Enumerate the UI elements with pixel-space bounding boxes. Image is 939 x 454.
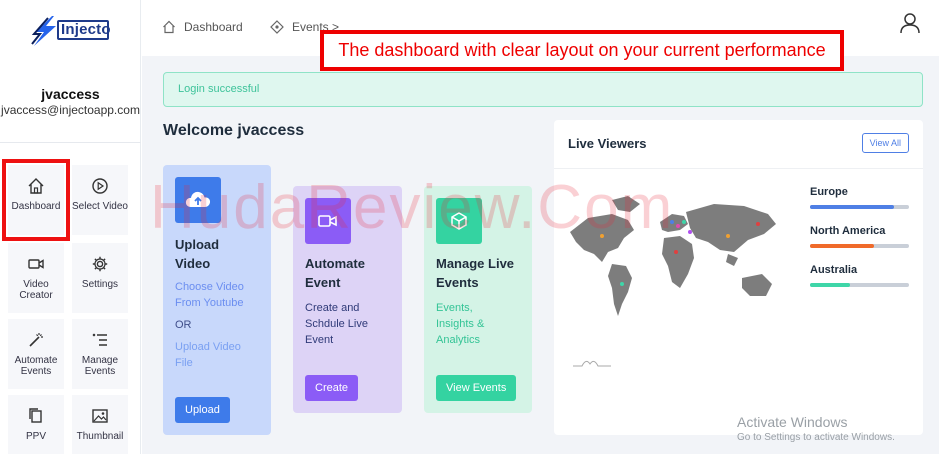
cube-icon (436, 198, 482, 244)
profile-email: jvaccess@injectoapp.com (1, 103, 140, 117)
chart-legend-icon (573, 360, 611, 367)
region-bar-fill (810, 283, 850, 287)
logo-text: Injecto (61, 21, 111, 38)
map-marker (688, 230, 692, 234)
card-title: Automate Event (305, 256, 365, 290)
profile-name: jvaccess (41, 86, 100, 102)
logo-mark-icon (31, 16, 56, 46)
map-marker (674, 250, 678, 254)
live-viewers-title: Live Viewers (568, 136, 647, 151)
sidebar-divider (0, 142, 141, 143)
map-marker (756, 222, 760, 226)
watermark-line: Go to Settings to activate Windows. (737, 432, 895, 443)
create-button[interactable]: Create (305, 375, 359, 401)
map-marker (670, 220, 674, 224)
copy-icon (29, 408, 42, 423)
region-bar (810, 244, 909, 248)
nav-item-automate-events[interactable]: Automate Events (8, 319, 64, 389)
video-camera-icon (28, 259, 44, 269)
region-bar (810, 283, 909, 287)
region-label: North America (810, 225, 886, 237)
nav-item-ppv[interactable]: PPV (8, 395, 64, 454)
nav-label: Automate Events (14, 355, 58, 377)
region-europe: Europe (810, 186, 909, 209)
nav-label: Manage Events (81, 355, 119, 377)
magic-wand-icon (29, 333, 43, 347)
nav-item-manage-events[interactable]: Manage Events (72, 319, 128, 389)
nav-item-thumbnail[interactable]: Thumbnail (72, 395, 128, 454)
breadcrumb-dashboard[interactable]: Dashboard (162, 20, 243, 34)
nav-label: Video Creator (19, 279, 53, 301)
watermark-line: Activate Windows (737, 414, 848, 430)
map-marker (620, 282, 624, 286)
map-marker (676, 224, 680, 228)
nav-label: Select Video (72, 201, 128, 212)
upload-button[interactable]: Upload (175, 397, 230, 423)
choose-youtube-link[interactable]: Choose Video From Youtube (175, 279, 259, 311)
card-title: Manage Live Events (436, 256, 515, 290)
breadcrumb-label: Dashboard (184, 20, 243, 34)
nav-label: Settings (81, 279, 119, 290)
manage-events-card: Manage Live Events Events, Insights & An… (424, 186, 532, 413)
user-profile: jvaccess jvaccess@injectoapp.com (0, 86, 141, 117)
card-description: Create and Schdule Live Event (305, 302, 368, 346)
annotation-banner: The dashboard with clear layout on your … (320, 30, 844, 71)
map-marker (682, 220, 686, 224)
user-icon[interactable] (899, 12, 921, 34)
or-separator: OR (175, 319, 192, 331)
cloud-upload-icon (175, 177, 221, 223)
upload-video-card: Upload Video Choose Video From Youtube O… (163, 165, 271, 435)
nav-label: Dashboard (11, 201, 61, 212)
nav-item-dashboard[interactable]: Dashboard (2, 159, 70, 241)
live-viewers-panel: Live Viewers View All Europe North Ameri… (554, 120, 923, 435)
nav-label: PPV (25, 431, 46, 442)
region-label: Europe (810, 186, 848, 198)
card-title: Upload Video (175, 237, 220, 271)
nav-item-video-creator[interactable]: Video Creator (8, 243, 64, 313)
world-map[interactable] (568, 192, 790, 322)
region-bar-fill (810, 244, 875, 248)
video-camera-icon (305, 198, 351, 244)
region-bar (810, 205, 909, 209)
card-description: Events, Insights & Analytics (436, 302, 485, 346)
play-circle-icon (92, 178, 108, 194)
list-icon (92, 333, 107, 346)
automate-event-card: Automate Event Create and Schdule Live E… (293, 186, 402, 413)
view-all-button[interactable]: View All (861, 133, 909, 153)
nav-item-settings[interactable]: Settings (72, 243, 128, 313)
nav-label: Thumbnail (76, 431, 124, 442)
region-north-america: North America (810, 225, 909, 248)
map-marker (600, 234, 604, 238)
region-label: Australia (810, 264, 858, 276)
login-alert: Login successful (163, 72, 923, 107)
logo[interactable]: Injecto (30, 12, 112, 48)
nav-item-select-video[interactable]: Select Video (72, 165, 128, 235)
gear-icon (92, 256, 108, 272)
welcome-title: Welcome jvaccess (163, 122, 305, 139)
panel-divider (554, 168, 923, 169)
image-icon (92, 409, 108, 423)
map-marker (726, 234, 730, 238)
home-icon (163, 20, 175, 34)
main-content: Login successful Welcome jvaccess Upload… (142, 56, 939, 454)
sidebar: Injecto jvaccess jvaccess@injectoapp.com… (0, 0, 141, 454)
diamond-icon (270, 20, 284, 34)
home-icon (28, 178, 44, 194)
activate-windows-watermark: Activate Windows Go to Settings to activ… (737, 414, 895, 443)
region-australia: Australia (810, 264, 909, 287)
view-events-button[interactable]: View Events (436, 375, 517, 401)
upload-file-link[interactable]: Upload Video File (175, 339, 255, 371)
region-bar-fill (810, 205, 895, 209)
